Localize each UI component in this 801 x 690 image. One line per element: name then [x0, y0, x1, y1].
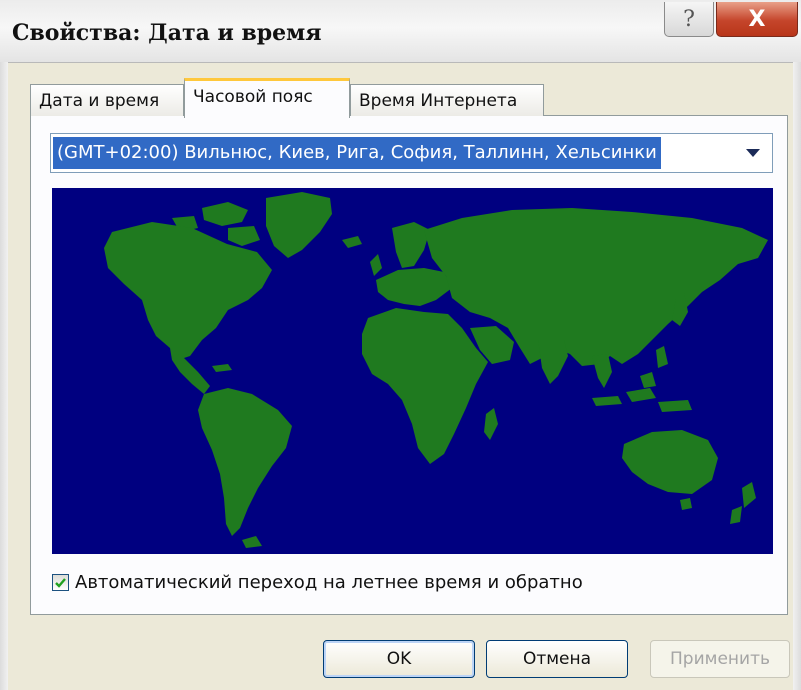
window-title: Свойства: Дата и время: [12, 20, 322, 46]
help-button[interactable]: ?: [664, 2, 714, 37]
dropdown-arrow-icon[interactable]: [738, 137, 768, 169]
tab-time-zone[interactable]: Часовой пояс: [184, 78, 350, 118]
world-map[interactable]: [52, 188, 773, 554]
dialog-window: Свойства: Дата и время ? X Дата и время …: [0, 0, 801, 690]
close-button[interactable]: X: [716, 2, 798, 37]
title-bar[interactable]: Свойства: Дата и время ? X: [0, 0, 801, 63]
tab-date-time[interactable]: Дата и время: [30, 84, 184, 116]
window-frame-right: [793, 62, 801, 690]
tab-internet-time[interactable]: Время Интернета: [350, 84, 544, 116]
dst-checkbox[interactable]: [52, 573, 69, 591]
window-frame-left: [0, 62, 8, 690]
dst-checkbox-row[interactable]: Автоматический переход на летнее время и…: [52, 568, 583, 596]
dst-checkbox-label: Автоматический переход на летнее время и…: [75, 571, 583, 593]
close-icon: X: [748, 6, 766, 32]
world-map-graphic: [52, 188, 773, 554]
ok-button[interactable]: OK: [323, 640, 475, 678]
help-icon: ?: [683, 6, 695, 32]
timezone-dropdown[interactable]: (GMT+02:00) Вильнюс, Киев, Рига, София, …: [50, 133, 773, 173]
cancel-button[interactable]: Отмена: [486, 640, 628, 678]
checkmark-icon: [55, 577, 66, 588]
apply-button[interactable]: Применить: [650, 640, 790, 678]
timezone-selected-value: (GMT+02:00) Вильнюс, Киев, Рига, София, …: [53, 137, 661, 169]
